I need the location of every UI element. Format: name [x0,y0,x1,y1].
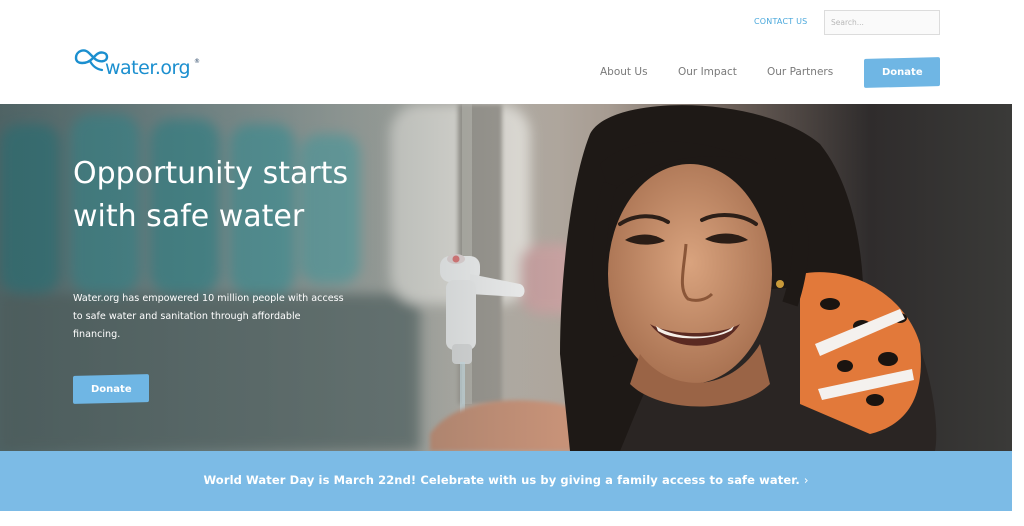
world-water-day-banner[interactable]: World Water Day is March 22nd! Celebrate… [0,451,1012,511]
header-donate-label: Donate [881,67,923,79]
site-header: CONTACT US water.org ® About Us Our Impa… [0,0,1024,104]
bottom-margin [0,511,1024,526]
right-margin [1012,104,1024,511]
banner-text-line: World Water Day is March 22nd! Celebrate… [0,473,1012,487]
logo-wordmark: water.org [105,57,191,79]
hero-section: Opportunity starts with safe water Water… [0,104,1012,451]
hero-title: Opportunity starts with safe water [73,156,349,234]
chevron-right-icon: › [803,473,809,487]
registered-mark: ® [194,58,200,65]
banner-message: World Water Day is March 22nd! Celebrate… [203,473,800,487]
search-input[interactable] [824,10,940,35]
hero-donate-button[interactable]: Donate [73,374,149,404]
hero-donate-label: Donate [90,383,132,395]
water-org-logo[interactable]: water.org ® [72,44,212,86]
page: CONTACT US water.org ® About Us Our Impa… [0,0,1024,526]
hero-subtitle: Water.org has empowered 10 million peopl… [73,293,344,340]
nav-item-our-partners[interactable]: Our Partners [767,66,833,78]
header-donate-button[interactable]: Donate [864,57,940,88]
nav-item-about-us[interactable]: About Us [600,66,648,78]
nav-item-our-impact[interactable]: Our Impact [678,66,737,78]
contact-us-link[interactable]: CONTACT US [754,17,807,26]
